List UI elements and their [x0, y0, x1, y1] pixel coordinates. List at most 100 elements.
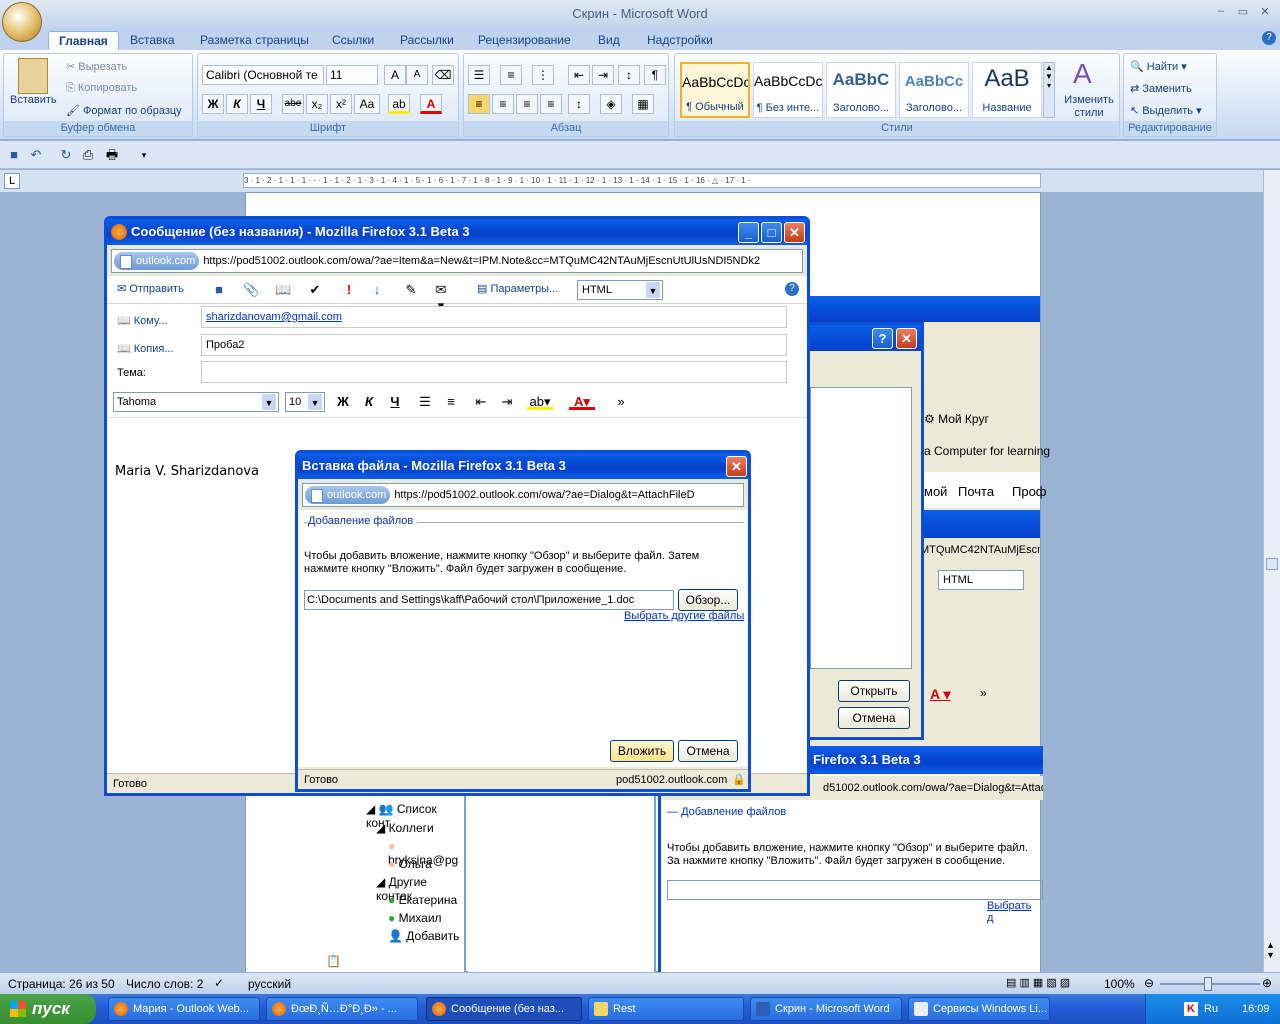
tab-references[interactable]: Ссылки [322, 31, 384, 51]
subject-field[interactable] [201, 361, 787, 383]
tab-review[interactable]: Рецензирование [468, 31, 581, 51]
contact-item[interactable]: ● Михаил [388, 911, 442, 925]
tab-mailings[interactable]: Рассылки [390, 31, 464, 51]
bullets-icon[interactable]: ☰ [417, 394, 433, 410]
increase-indent-icon[interactable]: ⇥ [592, 65, 614, 85]
tab-home[interactable]: Главная [48, 31, 119, 51]
language[interactable]: русский [248, 977, 291, 991]
highlight-icon[interactable]: ab▾ [527, 394, 553, 410]
task-rest[interactable]: Rest [588, 997, 744, 1021]
antivirus-icon[interactable]: K [1184, 1002, 1198, 1016]
style-no-spacing[interactable]: AaBbCcDc ¶ Без инте... [753, 62, 823, 118]
vertical-scrollbar[interactable]: ▲ ▼ [1263, 170, 1280, 972]
nav-profile[interactable]: Проф [1012, 484, 1047, 499]
help-icon[interactable]: ? [872, 328, 893, 349]
pilcrow-icon[interactable]: ¶ [644, 65, 666, 85]
check-names-icon[interactable]: ✔ [307, 282, 323, 298]
compose-close-button[interactable]: ✕ [784, 222, 805, 243]
outdent-icon[interactable]: ⇤ [473, 394, 489, 410]
restore-button[interactable]: ▭ [1232, 5, 1254, 21]
line-spacing-icon[interactable]: ↕ [568, 94, 590, 114]
underline-button[interactable]: Ч [250, 94, 272, 114]
to-recipient[interactable]: sharizdanovam@gmail.com [206, 311, 342, 323]
subscript-button[interactable]: x₂ [306, 94, 328, 114]
office-button[interactable] [2, 2, 42, 42]
importance-low-icon[interactable]: ↓ [369, 282, 385, 298]
font-color-icon[interactable]: A▾ [569, 394, 595, 410]
zoom-in-icon[interactable]: ⊕ [1262, 976, 1272, 990]
options-button[interactable]: ▤ Параметры... [477, 282, 558, 295]
proofing-icon[interactable]: ✓ [214, 976, 224, 990]
nav-my[interactable]: мой [924, 484, 947, 499]
numbering-icon[interactable]: ≡ [500, 65, 522, 85]
change-styles-button[interactable]: Изменить стили [1059, 94, 1119, 120]
indent-icon[interactable]: ⇥ [499, 394, 515, 410]
format-select[interactable]: HTML ▼ [577, 280, 663, 300]
attach-behind-more-link[interactable]: Выбрать д [987, 900, 1040, 924]
attach-behind-path-field[interactable] [667, 880, 1043, 900]
task-windows-live[interactable]: Сервисы Windows Li... [908, 997, 1050, 1021]
tab-addins[interactable]: Надстройки [637, 31, 723, 51]
multilevel-icon[interactable]: ⋮ [532, 65, 554, 85]
more-options-icon[interactable]: » [613, 394, 629, 410]
justify-icon[interactable]: ≡ [540, 94, 562, 114]
sort-icon[interactable]: ↕ [618, 65, 640, 85]
zoom-slider-thumb[interactable] [1204, 977, 1212, 991]
font-size-combo[interactable]: 11 [326, 65, 378, 85]
address-book-icon[interactable]: 📖 [275, 282, 291, 298]
save-icon[interactable]: ■ [211, 282, 227, 298]
task-mikhail[interactable]: ÐœÐ¸Ñ…Ð°Ð¸Ð» - ... [266, 997, 418, 1021]
task-compose[interactable]: Сообщение (без наз... [426, 997, 582, 1021]
font-color-icon[interactable]: A [420, 94, 442, 114]
contact-item[interactable]: ● Ольга [388, 857, 432, 871]
horizontal-ruler[interactable]: 3 · 1 · 2 · 1 · 1 · 1 · · · 1 · 1 · 2 · … [243, 173, 1041, 188]
shrink-font-button[interactable]: A [406, 65, 428, 85]
page-count[interactable]: Страница: 26 из 50 [8, 977, 115, 991]
sign-icon[interactable]: ✎ [403, 282, 419, 298]
style-title[interactable]: AaB Название [972, 62, 1042, 118]
tab-view[interactable]: Вид [588, 31, 630, 51]
align-right-icon[interactable]: ≡ [516, 94, 538, 114]
behind-format-select[interactable]: HTML [938, 570, 1024, 590]
send-button[interactable]: ✉ Отправить [117, 282, 184, 295]
align-left-icon[interactable]: ≡ [468, 94, 490, 114]
italic-button[interactable]: К [226, 94, 248, 114]
add-contact-button[interactable]: 👤 Добавить [388, 929, 459, 943]
more-files-link[interactable]: Выбрать другие файлы [624, 610, 744, 622]
task-outlook[interactable]: Мария - Outlook Web... [108, 997, 260, 1021]
compose-italic-button[interactable]: К [361, 394, 377, 410]
open-button[interactable]: Открыть [838, 680, 910, 702]
paste-button[interactable]: Вставить [10, 94, 57, 106]
format-painter-button[interactable]: 🖌 Формат по образцу [66, 104, 182, 117]
find-button[interactable]: 🔍 Найти ▾ [1130, 60, 1187, 73]
replace-button[interactable]: ⇄ Заменить [1130, 82, 1192, 95]
group-colleagues[interactable]: ◢ Коллеги [376, 821, 434, 835]
help-icon[interactable]: ? [1262, 31, 1276, 45]
grow-font-button[interactable]: A [384, 65, 406, 85]
learning-link[interactable]: a Computer for learning [924, 444, 1050, 458]
scroll-thumb[interactable] [1266, 558, 1278, 570]
cc-field[interactable]: Проба2 [201, 334, 787, 356]
view-buttons[interactable]: ▤ ▥ ▦ ▧ ▨ [1006, 976, 1070, 989]
tab-selector[interactable]: L [4, 173, 20, 189]
zoom-out-icon[interactable]: ⊖ [1144, 976, 1154, 990]
nav-mail[interactable]: Почта [958, 484, 994, 499]
attach-url-field[interactable]: outlook.com https://pod51002.outlook.com/… [302, 483, 744, 507]
my-circle-link[interactable]: ⚙ Мой Круг [924, 412, 989, 426]
bold-button[interactable]: Ж [202, 94, 224, 114]
print-icon[interactable]: 🖶 [104, 147, 120, 163]
decrease-indent-icon[interactable]: ⇤ [568, 65, 590, 85]
file-cancel-button[interactable]: Отмена [838, 707, 910, 729]
zoom-level[interactable]: 100% [1104, 977, 1135, 991]
copy-button[interactable]: ⎘ Копировать [66, 82, 137, 95]
superscript-button[interactable]: x² [330, 94, 352, 114]
clear-format-button[interactable]: ⌫ [432, 65, 454, 85]
attach-icon[interactable]: 📎 [243, 282, 259, 298]
compose-underline-button[interactable]: Ч [387, 394, 403, 410]
save-icon[interactable]: ■ [6, 147, 22, 163]
font-size-select[interactable]: 10 ▼ [285, 392, 325, 412]
keyboard-layout[interactable]: Ru [1204, 994, 1218, 1024]
align-center-icon[interactable]: ≡ [492, 94, 514, 114]
word-count[interactable]: Число слов: 2 [126, 977, 203, 991]
compose-help-icon[interactable]: ? [785, 282, 799, 296]
